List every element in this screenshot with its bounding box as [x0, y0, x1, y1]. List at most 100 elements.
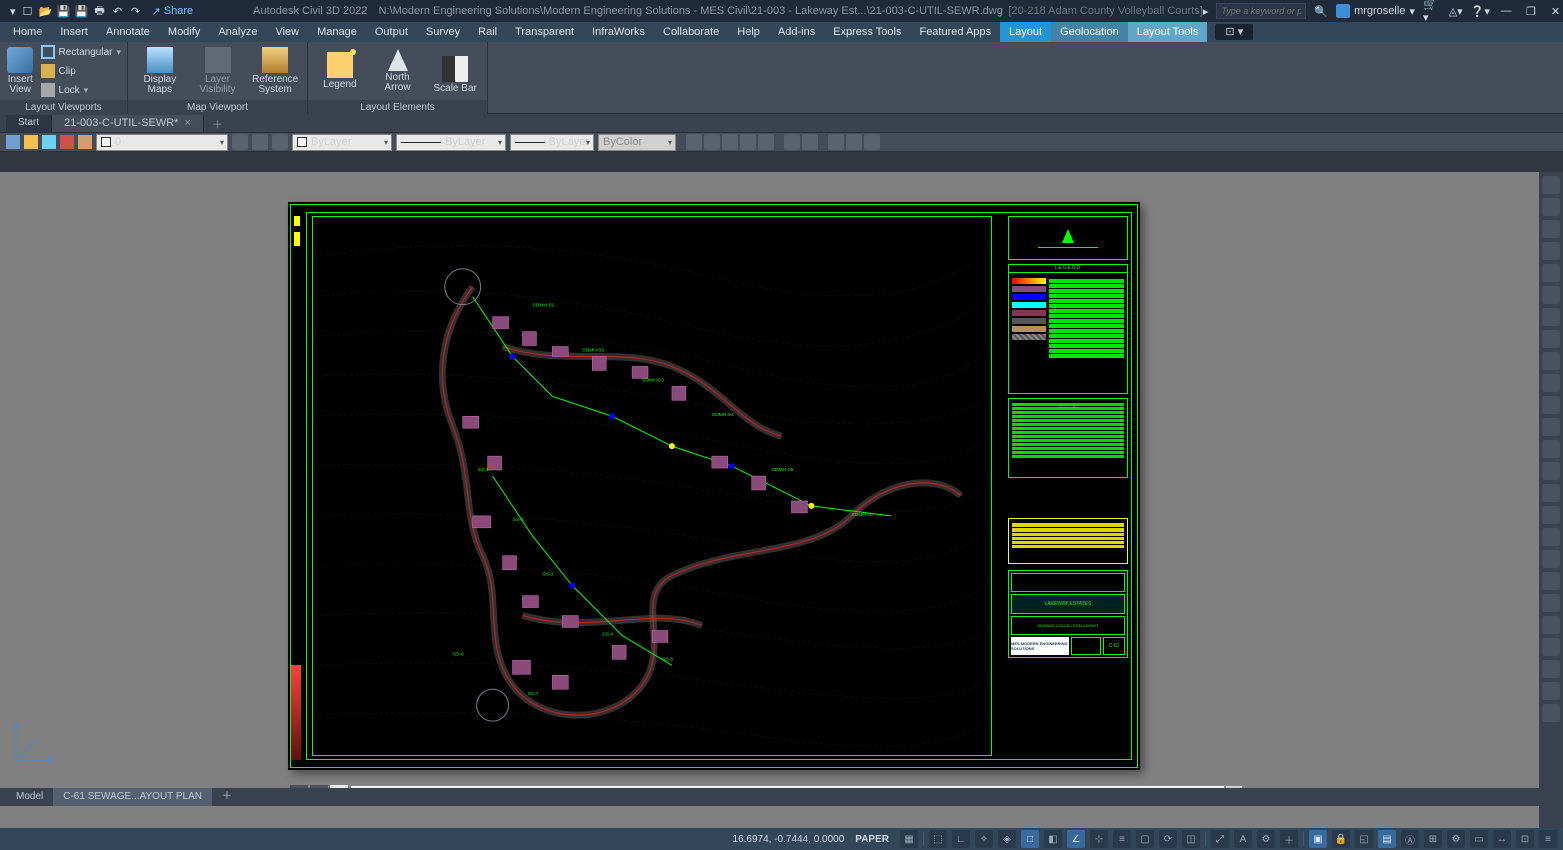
plotstyle-combo[interactable]: ByColor	[598, 134, 676, 151]
palette-icon[interactable]	[1542, 352, 1560, 370]
layout-tab-model[interactable]: Model	[6, 788, 53, 806]
palette-icon[interactable]	[1542, 242, 1560, 260]
clip-button[interactable]: Clip	[41, 63, 121, 79]
menu-modify[interactable]: Modify	[159, 22, 209, 42]
palette-icon[interactable]	[1542, 616, 1560, 634]
layer-vis-button[interactable]: Layer Visibility	[192, 44, 244, 98]
layer-tool-2[interactable]	[252, 134, 268, 150]
link-2[interactable]	[846, 134, 862, 150]
close-tab-icon[interactable]: ×	[184, 117, 190, 129]
help-icon[interactable]: ❔▾	[1471, 5, 1490, 18]
status-lweight-icon[interactable]: ≡	[1113, 830, 1131, 848]
status-cycle-icon[interactable]: ⟳	[1159, 830, 1177, 848]
menu-analyze[interactable]: Analyze	[209, 22, 266, 42]
linetype-combo[interactable]: ByLayer	[510, 134, 594, 151]
app-menu-arrow[interactable]: ▾	[10, 5, 16, 18]
status-snap-icon[interactable]: ⬚	[929, 830, 947, 848]
color-combo[interactable]: ByLayer	[292, 134, 392, 151]
menu-infraworks[interactable]: InfraWorks	[583, 22, 654, 42]
save-icon[interactable]: 💾	[56, 3, 72, 19]
layer-on-icon[interactable]	[24, 135, 38, 149]
status-annoscale-icon[interactable]: A	[1234, 830, 1252, 848]
palette-icon[interactable]	[1542, 176, 1560, 194]
lock-button[interactable]: Lock▾	[41, 82, 121, 98]
draworder-3[interactable]	[722, 134, 738, 150]
link-3[interactable]	[864, 134, 880, 150]
layout-tab-add[interactable]: ＋	[212, 788, 242, 806]
palette-icon[interactable]	[1542, 528, 1560, 546]
layout-viewport[interactable]: SDMH-01 SDMH-02 SDMH-03 SDMH-04 SDMH-05 …	[312, 216, 992, 756]
display-maps-button[interactable]: Display Maps	[134, 44, 186, 98]
menu-collaborate[interactable]: Collaborate	[654, 22, 728, 42]
link-1[interactable]	[828, 134, 844, 150]
status-vplock-icon[interactable]: 🔒	[1332, 830, 1350, 848]
status-trans-icon[interactable]: ▢	[1136, 830, 1154, 848]
palette-icon[interactable]	[1542, 198, 1560, 216]
layer-combo[interactable]: 0	[96, 134, 228, 151]
close-button[interactable]: ✕	[1547, 5, 1563, 18]
menu-rail[interactable]: Rail	[469, 22, 506, 42]
tab-layout[interactable]: Layout	[1000, 22, 1051, 42]
menu-survey[interactable]: Survey	[417, 22, 469, 42]
status-qkprop-icon[interactable]: ◫	[1182, 830, 1200, 848]
new-icon[interactable]: ☐	[20, 3, 36, 19]
new-tab-button[interactable]: ＋	[204, 116, 231, 132]
scale-bar-button[interactable]: Scale Bar	[429, 44, 481, 98]
panel-title-viewports[interactable]: Layout Viewports	[0, 100, 127, 115]
palette-icon[interactable]	[1542, 594, 1560, 612]
menu-help[interactable]: Help	[728, 22, 769, 42]
group-1[interactable]	[784, 134, 800, 150]
layer-tool-1[interactable]	[232, 134, 248, 150]
menu-transparent[interactable]: Transparent	[506, 22, 583, 42]
layer-freeze-icon[interactable]	[42, 135, 56, 149]
help-search[interactable]	[1216, 3, 1306, 19]
palette-icon[interactable]	[1542, 682, 1560, 700]
menu-addins[interactable]: Add-ins	[769, 22, 824, 42]
restore-button[interactable]: ❐	[1523, 5, 1540, 18]
status-scale-icon[interactable]: ⤢	[1211, 830, 1229, 848]
palette-icon[interactable]	[1542, 396, 1560, 414]
undo-icon[interactable]: ↶	[110, 3, 126, 19]
coords-readout[interactable]: 16.6974, -0.7444, 0.0000	[733, 834, 845, 845]
menu-express[interactable]: Express Tools	[824, 22, 910, 42]
cart-icon[interactable]: 🛒▾	[1423, 0, 1441, 24]
status-iso-icon[interactable]: ◈	[998, 830, 1016, 848]
draworder-4[interactable]	[740, 134, 756, 150]
menu-view[interactable]: View	[266, 22, 308, 42]
status-anno-icon[interactable]: Ⓐ	[1401, 830, 1419, 848]
menu-featured[interactable]: Featured Apps	[910, 22, 1000, 42]
rectangular-button[interactable]: Rectangular▾	[41, 44, 121, 60]
palette-icon[interactable]	[1542, 308, 1560, 326]
help-arrow-icon[interactable]: ▸	[1203, 5, 1209, 18]
draworder-1[interactable]	[686, 134, 702, 150]
apps-icon[interactable]: ◬▾	[1449, 5, 1463, 18]
status-3dosnap-icon[interactable]: ◧	[1044, 830, 1062, 848]
status-clean-icon[interactable]: ↔	[1493, 830, 1511, 848]
status-grid-icon[interactable]: ▦	[900, 830, 918, 848]
plot-icon[interactable]: 🖶	[92, 3, 108, 19]
paper-sheet[interactable]: SDMH-01 SDMH-02 SDMH-03 SDMH-04 SDMH-05 …	[288, 202, 1140, 770]
palette-icon[interactable]	[1542, 506, 1560, 524]
status-vpmax-icon[interactable]: ▣	[1309, 830, 1327, 848]
palette-icon[interactable]	[1542, 572, 1560, 590]
palette-icon[interactable]	[1542, 418, 1560, 436]
search-icon[interactable]: 🔍	[1314, 5, 1328, 18]
minimize-button[interactable]: —	[1498, 5, 1515, 17]
status-polar-icon[interactable]: ✧	[975, 830, 993, 848]
file-tab-start[interactable]: Start	[6, 114, 52, 132]
palette-icon[interactable]	[1542, 440, 1560, 458]
insert-view-button[interactable]: Insert View	[6, 44, 35, 98]
menu-home[interactable]: Home	[4, 22, 51, 42]
palette-icon[interactable]	[1542, 286, 1560, 304]
menu-output[interactable]: Output	[366, 22, 417, 42]
layer-prop-icon[interactable]	[6, 135, 20, 149]
lineweight-combo[interactable]: ByLayer	[396, 134, 506, 151]
status-ortho-icon[interactable]: ∟	[952, 830, 970, 848]
status-osnap-icon[interactable]: □	[1021, 830, 1039, 848]
palette-icon[interactable]	[1542, 462, 1560, 480]
palette-icon[interactable]	[1542, 264, 1560, 282]
layer-color-icon[interactable]	[78, 135, 92, 149]
layout-tab-sheet[interactable]: C-61 SEWAGE...AYOUT PLAN	[53, 788, 212, 806]
palette-icon[interactable]	[1542, 330, 1560, 348]
status-hw-icon[interactable]: ⊡	[1516, 830, 1534, 848]
